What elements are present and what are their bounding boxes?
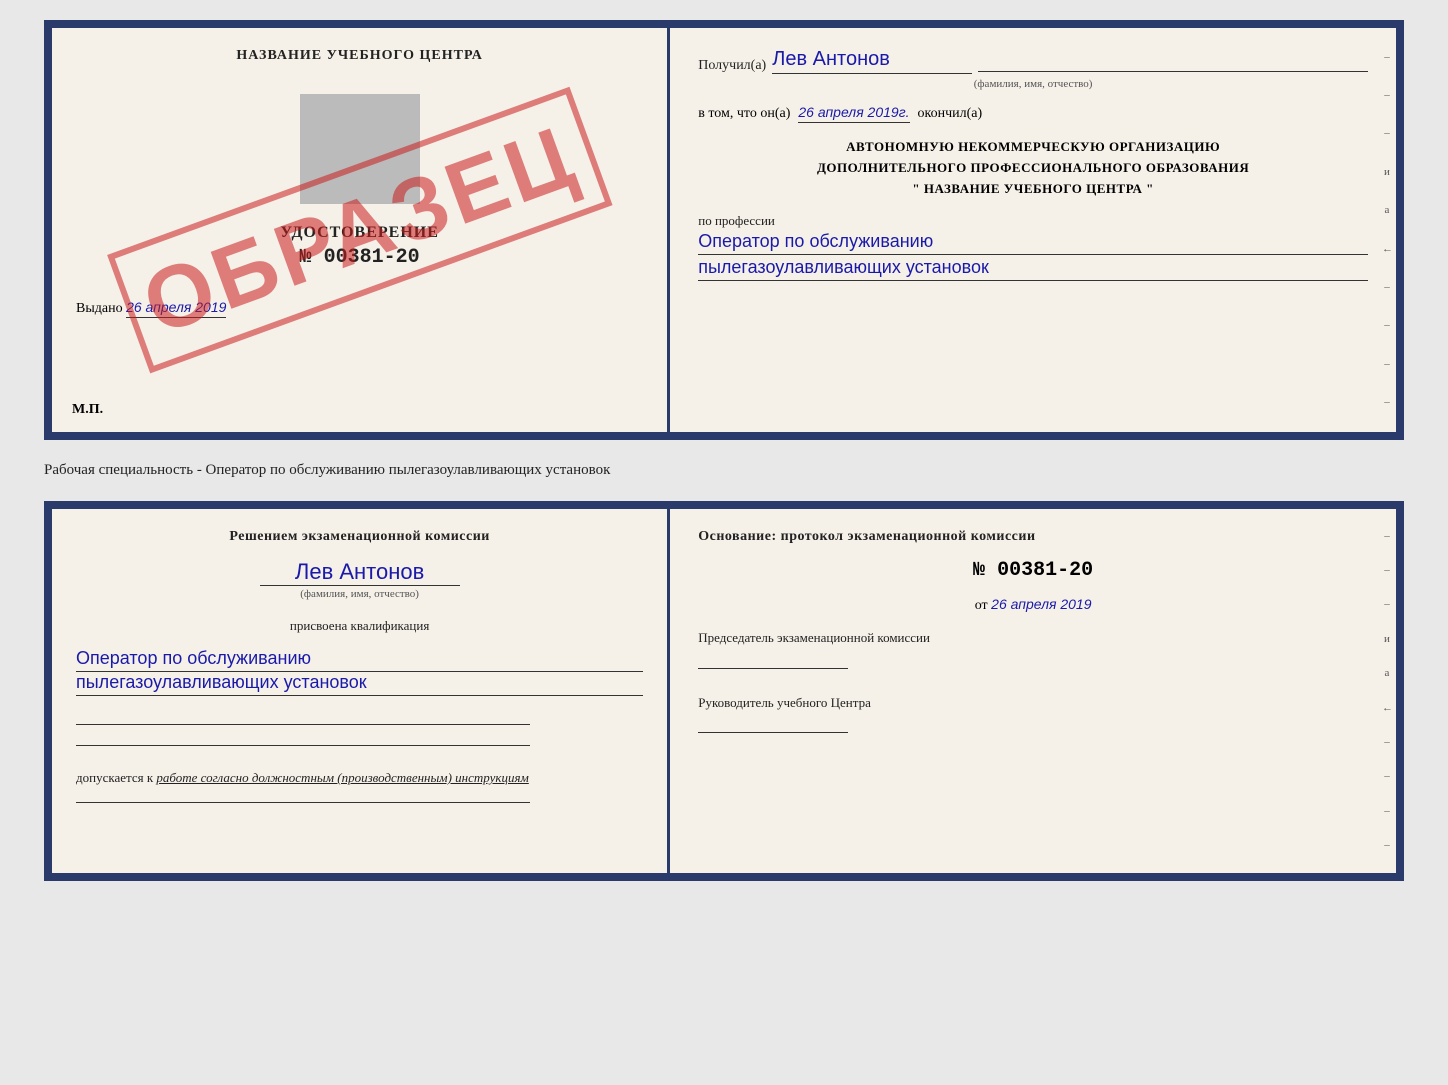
dopusk-work: работе согласно должностным (производств… [156,770,528,785]
fio-sub-label: (фамилия, имя, отчество) [260,585,460,600]
kval-block: Оператор по обслуживанию пылегазоулавлив… [76,648,643,696]
po-professii-block: по профессии Оператор по обслуживанию пы… [698,213,1368,281]
vydano-line: Выдано 26 апреля 2019 [76,299,643,317]
org-line3: " НАЗВАНИЕ УЧЕБНОГО ЦЕНТРА " [698,179,1368,200]
udostoverenie-label: УДОСТОВЕРЕНИЕ [280,224,439,242]
ot-date-value: 26 апреля 2019 [991,596,1091,612]
protocol-number: № 00381-20 [698,559,1368,582]
poluchil-row: Получил(а) Лев Антонов [698,48,1368,74]
dash-line [978,71,1368,72]
profession-line2: пылегазоулавливающих установок [698,257,1368,281]
po-professii-label: по профессии [698,213,1368,229]
okonchil-label: окончил(а) [918,106,983,122]
dopuskaetsya-label: допускается к [76,770,153,785]
cert-title-top: НАЗВАНИЕ УЧЕБНОГО ЦЕНТРА [236,48,482,64]
vtom-row: в том, что он(а) 26 апреля 2019г. окончи… [698,104,1368,123]
profession-line1: Оператор по обслуживанию [698,231,1368,255]
blank-line-3 [76,802,530,803]
certificate-top: НАЗВАНИЕ УЧЕБНОГО ЦЕНТРА ОБРАЗЕЦ УДОСТОВ… [44,20,1404,440]
ot-label: от [975,598,988,613]
photo-placeholder [300,94,420,204]
rukovoditel-block: Руководитель учебного Центра [698,693,1368,736]
rukovoditel-title: Руководитель учебного Центра [698,693,1368,713]
bottom-name: Лев Антонов [76,559,643,585]
middle-text: Рабочая специальность - Оператор по обсл… [44,456,1404,485]
document-wrapper: НАЗВАНИЕ УЧЕБНОГО ЦЕНТРА ОБРАЗЕЦ УДОСТОВ… [44,20,1404,881]
predsedatel-title: Председатель экзаменационной комиссии [698,628,1368,648]
blank-line-2 [76,745,530,746]
cert-right: Получил(а) Лев Антонов (фамилия, имя, от… [670,28,1396,432]
vydano-label: Выдано [76,301,123,316]
cert-bottom-left: Решением экзаменационной комиссии Лев Ан… [52,509,670,873]
resheniye-text: Решением экзаменационной комиссии [76,529,643,545]
org-line2: ДОПОЛНИТЕЛЬНОГО ПРОФЕССИОНАЛЬНОГО ОБРАЗО… [698,158,1368,179]
bottom-right-side-decoration: – – – и а ← – – – – [1378,509,1396,873]
fio-hint-top: (фамилия, имя, отчество) [698,78,1368,90]
dopuskaetsya-text: допускается к работе согласно должностны… [76,770,643,786]
osnovaniye-text: Основание: протокол экзаменационной коми… [698,529,1368,545]
recipient-name: Лев Антонов [772,48,972,74]
udostoverenie-block: УДОСТОВЕРЕНИЕ № 00381-20 [280,224,439,269]
ot-date: от 26 апреля 2019 [698,596,1368,614]
vydano-date: 26 апреля 2019 [126,299,226,318]
kval-line2: пылегазоулавливающих установок [76,672,643,696]
cert-number: № 00381-20 [280,246,439,269]
kval-line1: Оператор по обслуживанию [76,648,643,672]
org-line1: АВТОНОМНУЮ НЕКОММЕРЧЕСКУЮ ОРГАНИЗАЦИЮ [698,137,1368,158]
cert-left: НАЗВАНИЕ УЧЕБНОГО ЦЕНТРА ОБРАЗЕЦ УДОСТОВ… [52,28,670,432]
mp-line: М.П. [72,402,103,418]
right-side-decoration: – – – и а ← – – – – [1378,28,1396,432]
poluchil-label: Получил(а) [698,58,766,74]
predsedatel-block: Председатель экзаменационной комиссии [698,628,1368,671]
cert-bottom-right: Основание: протокол экзаменационной коми… [670,509,1396,873]
predsedatel-signature-line [698,668,848,669]
org-block: АВТОНОМНУЮ НЕКОММЕРЧЕСКУЮ ОРГАНИЗАЦИЮ ДО… [698,137,1368,199]
blank-line-1 [76,724,530,725]
certificate-bottom: Решением экзаменационной комиссии Лев Ан… [44,501,1404,881]
vtom-date: 26 апреля 2019г. [798,104,909,123]
rukovoditel-signature-line [698,732,848,733]
prisvoena-text: присвоена квалификация [76,618,643,634]
vtom-label: в том, что он(а) [698,106,790,122]
